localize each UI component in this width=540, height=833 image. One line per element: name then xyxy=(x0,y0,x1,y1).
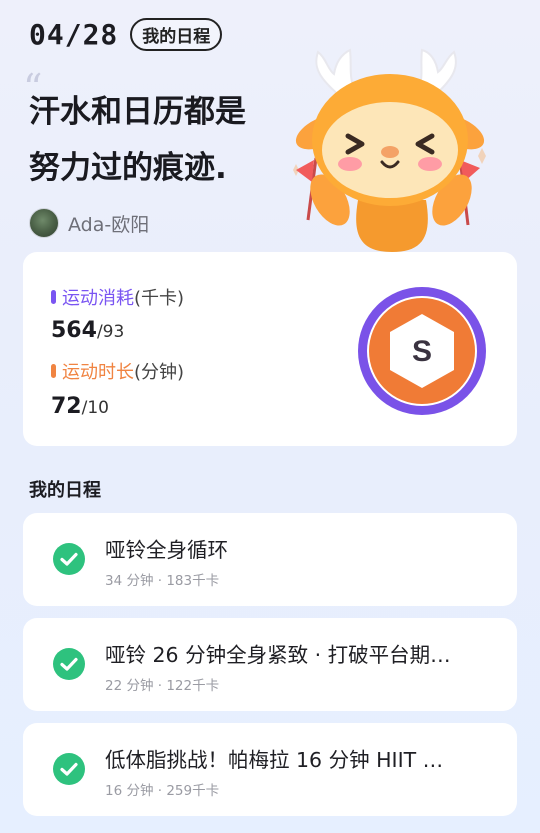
slogan: 汗水和日历都是 努力过的痕迹. xyxy=(29,84,289,196)
duration-label: 运动时长 (分钟) xyxy=(51,358,184,384)
schedule-item[interactable]: 低体脂挑战！帕梅拉 16 分钟 HIIT … 16 分钟 · 259千卡 xyxy=(23,723,517,816)
deer-mascot-illustration xyxy=(293,48,486,252)
check-circle-icon[interactable] xyxy=(53,648,85,680)
calories-marker xyxy=(51,290,56,304)
calories-value: 564 xyxy=(51,318,97,343)
duration-value-row: 72/10 xyxy=(51,394,109,419)
stats-card[interactable]: 运动消耗 (千卡) 564/93 运动时长 (分钟) 72/10 S xyxy=(23,252,517,446)
user-name: Ada-欧阳 xyxy=(68,213,150,236)
schedule-section-title: 我的日程 xyxy=(29,480,101,501)
schedule-item-title: 哑铃 26 分钟全身紧致 · 打破平台期… xyxy=(105,643,451,667)
check-circle-icon[interactable] xyxy=(53,753,85,785)
badge-letter: S xyxy=(412,335,432,368)
activity-ring-badge[interactable]: S xyxy=(357,286,487,416)
my-schedule-tag[interactable]: 我的日程 xyxy=(130,18,223,51)
slogan-line-2: 努力过的痕迹. xyxy=(29,150,227,186)
calories-label-unit: (千卡) xyxy=(134,288,185,309)
duration-label-unit: (分钟) xyxy=(134,362,185,383)
check-circle-icon[interactable] xyxy=(53,543,85,575)
schedule-item-title: 低体脂挑战！帕梅拉 16 分钟 HIIT … xyxy=(105,748,444,772)
calories-label-text: 运动消耗 xyxy=(62,288,134,309)
calories-value-row: 564/93 xyxy=(51,318,124,343)
schedule-item-title: 哑铃全身循环 xyxy=(105,538,228,562)
duration-sub-value: /10 xyxy=(81,398,109,418)
calories-sub-value: /93 xyxy=(96,322,125,342)
duration-value: 72 xyxy=(51,394,82,419)
schedule-item-meta: 34 分钟 · 183千卡 xyxy=(105,573,220,589)
schedule-item-meta: 22 分钟 · 122千卡 xyxy=(105,678,220,694)
slogan-line-1: 汗水和日历都是 xyxy=(29,94,246,130)
schedule-item-meta: 16 分钟 · 259千卡 xyxy=(105,783,220,799)
schedule-item[interactable]: 哑铃 26 分钟全身紧致 · 打破平台期… 22 分钟 · 122千卡 xyxy=(23,618,517,711)
duration-label-text: 运动时长 xyxy=(62,362,134,383)
calories-label: 运动消耗 (千卡) xyxy=(51,284,184,310)
avatar[interactable] xyxy=(29,208,59,238)
duration-marker xyxy=(51,364,56,378)
user-row[interactable]: Ada-欧阳 xyxy=(29,208,149,238)
schedule-item[interactable]: 哑铃全身循环 34 分钟 · 183千卡 xyxy=(23,513,517,606)
date-label: 04/28 xyxy=(29,18,119,51)
